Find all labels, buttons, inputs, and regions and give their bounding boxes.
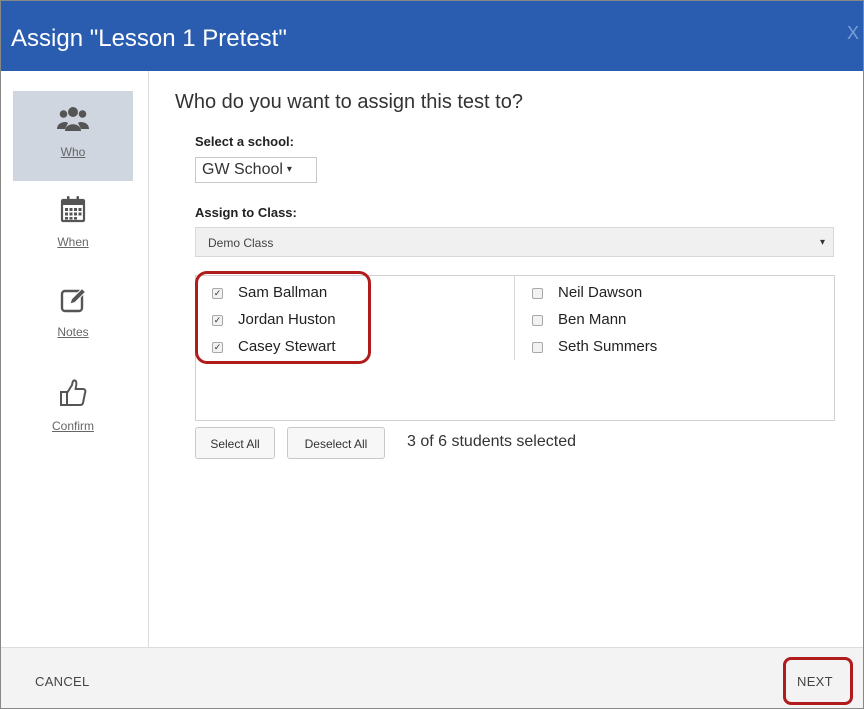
sidebar-item-label: Notes — [57, 325, 89, 339]
close-icon[interactable]: X — [847, 23, 859, 44]
sidebar-item-label: When — [57, 235, 89, 249]
users-icon — [57, 107, 89, 131]
dialog-title: Assign "Lesson 1 Pretest" — [11, 25, 287, 52]
student-checkbox[interactable] — [532, 342, 543, 353]
annotation-highlight-next — [783, 657, 853, 705]
column-divider — [514, 276, 515, 360]
sidebar-item-notes[interactable]: Notes — [13, 271, 133, 361]
page-title: Who do you want to assign this test to? — [175, 91, 523, 113]
chevron-down-icon: ▾ — [819, 237, 825, 248]
student-checkbox[interactable] — [532, 315, 543, 326]
sidebar-item-label: Confirm — [51, 419, 94, 433]
class-label: Assign to Class: — [195, 205, 297, 220]
school-select[interactable]: GW School ▾ — [195, 157, 317, 183]
school-label: Select a school: — [195, 134, 294, 149]
edit-icon — [60, 287, 87, 313]
sidebar-item-confirm[interactable]: Confirm — [13, 365, 133, 455]
thumbs-up-icon — [60, 379, 87, 406]
deselect-all-button[interactable]: Deselect All — [287, 427, 385, 459]
student-name: Ben Mann — [558, 311, 627, 328]
chevron-down-icon: ▾ — [286, 164, 292, 175]
sidebar-item-when[interactable]: When — [13, 181, 133, 271]
dialog-header: Assign "Lesson 1 Pretest" X — [1, 1, 863, 71]
class-select[interactable]: Demo Class ▾ — [195, 227, 834, 257]
school-select-value: GW School — [202, 161, 283, 178]
class-select-value: Demo Class — [208, 236, 274, 250]
cancel-button[interactable]: CANCEL — [35, 674, 90, 689]
assign-dialog: Assign "Lesson 1 Pretest" X Who When Not… — [0, 0, 864, 709]
sidebar-item-who[interactable]: Who — [13, 91, 133, 181]
student-checkbox[interactable] — [532, 288, 543, 299]
dialog-footer: CANCEL NEXT — [1, 647, 863, 708]
sidebar-item-label: Who — [60, 145, 86, 159]
student-name: Neil Dawson — [558, 284, 643, 301]
selected-count: 3 of 6 students selected — [407, 433, 576, 450]
select-all-button[interactable]: Select All — [195, 427, 275, 459]
wizard-sidebar: Who When Notes Confirm — [1, 71, 149, 647]
student-name: Seth Summers — [558, 338, 658, 355]
calendar-icon — [60, 196, 86, 223]
annotation-highlight-selected-students — [195, 271, 371, 364]
